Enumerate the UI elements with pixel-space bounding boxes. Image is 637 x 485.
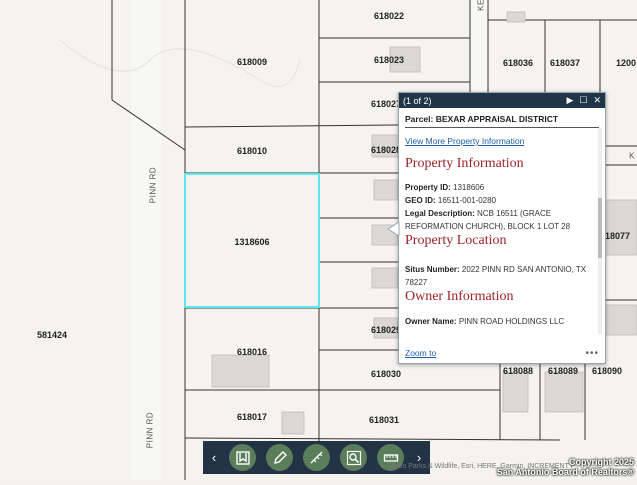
bookmark-icon xyxy=(235,450,250,465)
close-icon[interactable]: ✕ xyxy=(593,96,601,105)
parcel-label: 618027 xyxy=(370,99,402,109)
copyright-line: Copyright 2025 xyxy=(568,457,634,467)
parcel-label: 618036 xyxy=(502,58,534,68)
popup-footer: Zoom to ••• xyxy=(405,346,599,360)
geo-id-row: GEO ID: 16511-001-0280 xyxy=(405,196,497,205)
search-icon xyxy=(346,450,361,465)
road-label: K xyxy=(629,151,635,161)
zoom-to-link[interactable]: Zoom to xyxy=(405,348,585,358)
pencil-icon xyxy=(273,450,287,464)
next-feature-icon[interactable]: ▶ xyxy=(566,96,573,105)
pinn-road xyxy=(131,0,161,480)
owner-info-heading: Owner Information xyxy=(405,289,514,304)
property-info-heading: Property Information xyxy=(405,156,524,171)
popup-header: (1 of 2) ▶ ☐ ✕ xyxy=(399,93,605,108)
parcel-label-selected: 1318606 xyxy=(234,237,270,247)
legal-description-row: Legal Description: NCB 16511 (GRACE REFO… xyxy=(405,209,571,231)
maximize-icon[interactable]: ☐ xyxy=(579,96,587,105)
parcel-label: 618037 xyxy=(549,58,581,68)
toolbar-prev-arrow[interactable]: ‹ xyxy=(209,450,219,465)
popup-pointer xyxy=(388,222,400,236)
parcel-label: 618016 xyxy=(236,347,268,357)
owner-row: Owner Name: PINN ROAD HOLDINGS LLC xyxy=(405,317,565,326)
property-location-heading: Property Location xyxy=(405,233,507,248)
copyright-notice: Copyright 2025 San Antonio Board of Real… xyxy=(497,457,634,477)
parcel-label: 618089 xyxy=(547,366,579,376)
parcel-label: 618017 xyxy=(236,412,268,422)
property-id-row: Property ID: 1318606 xyxy=(405,183,485,192)
parcel-label: 618029 xyxy=(370,325,402,335)
draw-button[interactable] xyxy=(266,444,293,471)
parcel-label: 618030 xyxy=(370,369,402,379)
more-options-icon[interactable]: ••• xyxy=(585,348,599,359)
road-label-pinn: PINN RD xyxy=(145,411,155,449)
bookmark-button[interactable] xyxy=(229,444,256,471)
parcel-label: 1200 xyxy=(615,58,637,68)
copyright-line: San Antonio Board of Realtors® xyxy=(496,467,634,477)
parcel-label: 618010 xyxy=(236,146,268,156)
view-more-link[interactable]: View More Property Information xyxy=(405,136,599,146)
popup-scrollbar[interactable] xyxy=(598,128,602,334)
situs-row: Situs Number: 2022 PINN RD SAN ANTONIO, … xyxy=(405,265,587,287)
popup-feature-count: (1 of 2) xyxy=(403,95,432,106)
parcel-label: 581424 xyxy=(36,330,68,340)
measure-button[interactable] xyxy=(303,444,330,471)
parcel-label: 618088 xyxy=(502,366,534,376)
parcel-label: 618028 xyxy=(370,145,402,155)
parcel-title: Parcel: BEXAR APPRAISAL DISTRICT xyxy=(405,114,599,128)
parcel-label: 618009 xyxy=(236,57,268,67)
measure-icon xyxy=(310,451,322,463)
parcel-label: 618023 xyxy=(373,55,405,65)
search-button[interactable] xyxy=(340,444,367,471)
property-popup: (1 of 2) ▶ ☐ ✕ Parcel: BEXAR APPRAISAL D… xyxy=(398,92,606,364)
road-label: KE xyxy=(476,0,486,11)
road-label-pinn: PINN RD xyxy=(148,166,158,204)
parcel-label: 618022 xyxy=(373,11,405,21)
parcel-label: 618031 xyxy=(368,415,400,425)
parcel-label: 618090 xyxy=(591,366,623,376)
side-road xyxy=(470,0,488,92)
popup-body[interactable]: Parcel: BEXAR APPRAISAL DISTRICT View Mo… xyxy=(399,108,605,347)
